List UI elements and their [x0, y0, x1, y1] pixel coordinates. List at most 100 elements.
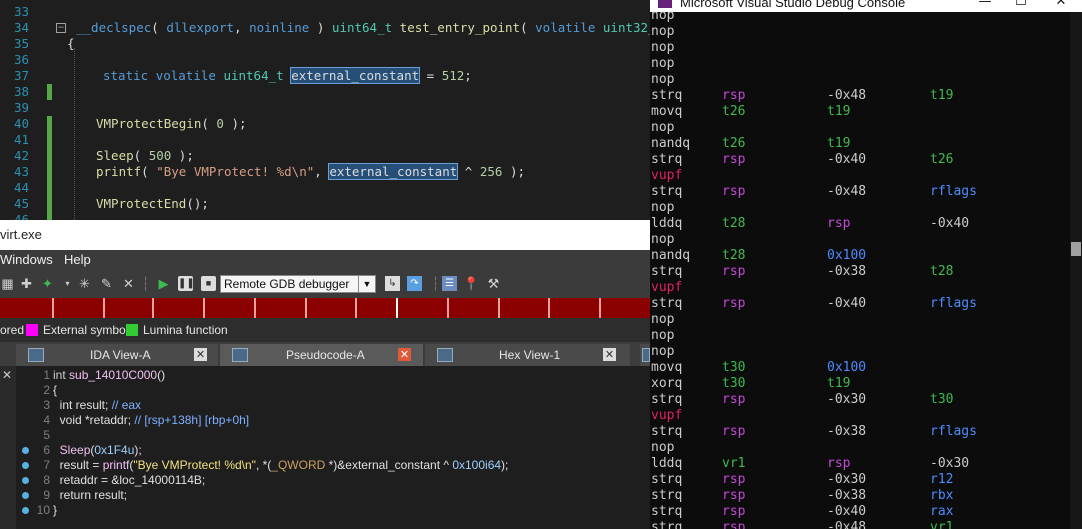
- close-x-icon[interactable]: ✕: [121, 276, 136, 291]
- code-token: ^: [457, 164, 480, 179]
- tab-ida-view-a[interactable]: IDA View-A ✕: [16, 344, 218, 366]
- editor-line[interactable]: 45 VMProtectEnd();: [0, 196, 650, 212]
- editor-line[interactable]: 37 static volatile uint64_t external_cons…: [0, 67, 650, 84]
- console-line: movq t26 t19: [650, 104, 1070, 120]
- pseudocode-line[interactable]: 1 int sub_14010C000(): [16, 368, 650, 383]
- menu-help[interactable]: Help: [64, 252, 91, 267]
- code-token: 500: [148, 148, 172, 163]
- dropdown-arrow-icon[interactable]: ▾: [60, 276, 75, 291]
- debug-console-window: Microsoft Visual Studio Debug Console — …: [650, 0, 1082, 529]
- pseudocode-line[interactable]: 3 int result; // eax: [16, 398, 650, 413]
- console-line: strq rsp -0x40 rax: [650, 504, 1070, 520]
- console-token: strq: [651, 520, 683, 529]
- visual-studio-icon: [658, 0, 672, 8]
- close-icon[interactable]: ✕: [2, 368, 12, 382]
- console-line: nop: [650, 312, 1070, 328]
- pseudocode-line[interactable]: 4 void *retaddr; // [rsp+138h] [rbp+0h]: [16, 413, 650, 428]
- code-token: uint32_t: [602, 20, 650, 35]
- tab-hex-view-1[interactable]: Hex View-1 ✕: [425, 344, 630, 366]
- pseudocode-view[interactable]: 1 int sub_14010C000() 2{3 int result; // e…: [16, 366, 650, 529]
- console-line: xorq t30 t19: [650, 376, 1070, 392]
- ida-title-bar[interactable]: virt.exe: [0, 220, 650, 250]
- editor-line[interactable]: 39: [0, 100, 650, 116]
- console-token: t26: [722, 104, 746, 119]
- sparkle-icon[interactable]: ✳: [77, 276, 92, 291]
- stop-icon[interactable]: ■: [201, 276, 216, 291]
- code-editor[interactable]: 33 34− __declspec( dllexport, noinline ) u…: [0, 0, 650, 220]
- console-line: nop: [650, 72, 1070, 88]
- tab-overflow[interactable]: [640, 344, 650, 366]
- pseudocode-line[interactable]: 6 Sleep(0x1F4u);: [16, 443, 650, 458]
- pause-icon[interactable]: ❚❚: [178, 276, 195, 291]
- editor-line[interactable]: 35 {: [0, 36, 650, 52]
- console-token: rsp: [722, 296, 746, 311]
- debugger-select[interactable]: Remote GDB debugger ▼: [220, 275, 376, 293]
- console-token: rflags: [930, 424, 977, 439]
- code-token: VMProtectEnd: [96, 196, 187, 211]
- add-breakpoint-icon[interactable]: ✚: [19, 276, 34, 291]
- line-number: 36: [13, 52, 29, 67]
- console-line: nop: [650, 328, 1070, 344]
- code-text: VMProtectEnd();: [96, 196, 209, 212]
- console-token: nop: [651, 312, 675, 327]
- chevron-down-icon[interactable]: ▼: [358, 276, 375, 292]
- editor-line[interactable]: 36: [0, 52, 650, 68]
- navigation-band[interactable]: [0, 298, 650, 318]
- list-icon[interactable]: ☰: [442, 276, 457, 291]
- change-marker: [47, 132, 52, 148]
- line-number: 39: [13, 100, 29, 115]
- pseudocode-line[interactable]: 10}: [16, 503, 650, 518]
- menu-windows[interactable]: Windows: [0, 252, 53, 267]
- console-token: strq: [651, 184, 683, 199]
- start-icon[interactable]: ▶: [156, 276, 171, 291]
- editor-line[interactable]: 38: [0, 84, 650, 100]
- console-token: t30: [930, 392, 954, 407]
- editor-line[interactable]: 40 VMProtectBegin( 0 );: [0, 116, 650, 132]
- close-icon[interactable]: ✕: [603, 348, 616, 361]
- console-token: t19: [827, 136, 851, 151]
- step-over-icon[interactable]: ↷: [407, 276, 422, 291]
- tool-icon[interactable]: ⚒: [486, 276, 501, 291]
- pseudocode-line[interactable]: 9 return result;: [16, 488, 650, 503]
- editor-line[interactable]: 43 printf( "Bye VMProtect! %d\n", externa…: [0, 163, 650, 180]
- tab-pseudocode-a[interactable]: Pseudocode-A ✕: [220, 344, 423, 366]
- editor-line[interactable]: 46: [0, 212, 650, 220]
- step-into-icon[interactable]: ↳: [385, 276, 400, 291]
- console-scrollbar[interactable]: [1070, 12, 1082, 529]
- line-number: 37: [13, 68, 29, 83]
- pseudocode-line[interactable]: 5: [16, 428, 650, 443]
- editor-line[interactable]: 42 Sleep( 500 );: [0, 148, 650, 164]
- console-line: strq rsp -0x38 t28: [650, 264, 1070, 280]
- line-number: 6: [43, 443, 50, 457]
- code-text: return result;: [53, 488, 127, 503]
- console-line: nandq t26 t19: [650, 136, 1070, 152]
- code-token: 0x100i64: [452, 458, 502, 472]
- add-green-icon[interactable]: ✦: [40, 276, 55, 291]
- close-icon[interactable]: ✕: [398, 348, 411, 361]
- db-icon[interactable]: ▦: [0, 276, 15, 291]
- code-token: *)&external_constant ^: [325, 458, 453, 472]
- scrollbar-thumb[interactable]: [1071, 242, 1081, 256]
- close-icon[interactable]: ✕: [194, 348, 207, 361]
- line-number: 2: [43, 383, 50, 397]
- console-token: nop: [651, 200, 675, 215]
- console-token: strq: [651, 296, 683, 311]
- pseudocode-line[interactable]: 7 result = printf("Bye VMProtect! %d\n",…: [16, 458, 650, 473]
- pseudocode-line[interactable]: 8 retaddr = &loc_14000114B;: [16, 473, 650, 488]
- code-text: Sleep(0x1F4u);: [53, 443, 142, 458]
- console-line: lddq vr1 rsp -0x30: [650, 456, 1070, 472]
- code-token: external_constant: [328, 163, 459, 180]
- editor-line[interactable]: 41: [0, 132, 650, 148]
- editor-line[interactable]: 33: [0, 4, 650, 20]
- edit-icon[interactable]: ✎: [99, 276, 114, 291]
- ida-toolbar: ▦ ✚ ✦ ▾ ✳ ✎ ✕ ┆ ▶ ❚❚ ■ Remote GDB debugg…: [0, 270, 650, 298]
- editor-line[interactable]: 44: [0, 180, 650, 196]
- pin-icon[interactable]: 📍: [463, 276, 479, 291]
- collapse-icon[interactable]: −: [56, 23, 66, 33]
- console-token: rsp: [827, 456, 851, 471]
- editor-line[interactable]: 34− __declspec( dllexport, noinline ) uin…: [0, 20, 650, 36]
- console-token: t26: [722, 136, 746, 151]
- console-line: strq rsp -0x40 rflags: [650, 296, 1070, 312]
- console-token: r12: [930, 472, 954, 487]
- pseudocode-line[interactable]: 2{: [16, 383, 650, 398]
